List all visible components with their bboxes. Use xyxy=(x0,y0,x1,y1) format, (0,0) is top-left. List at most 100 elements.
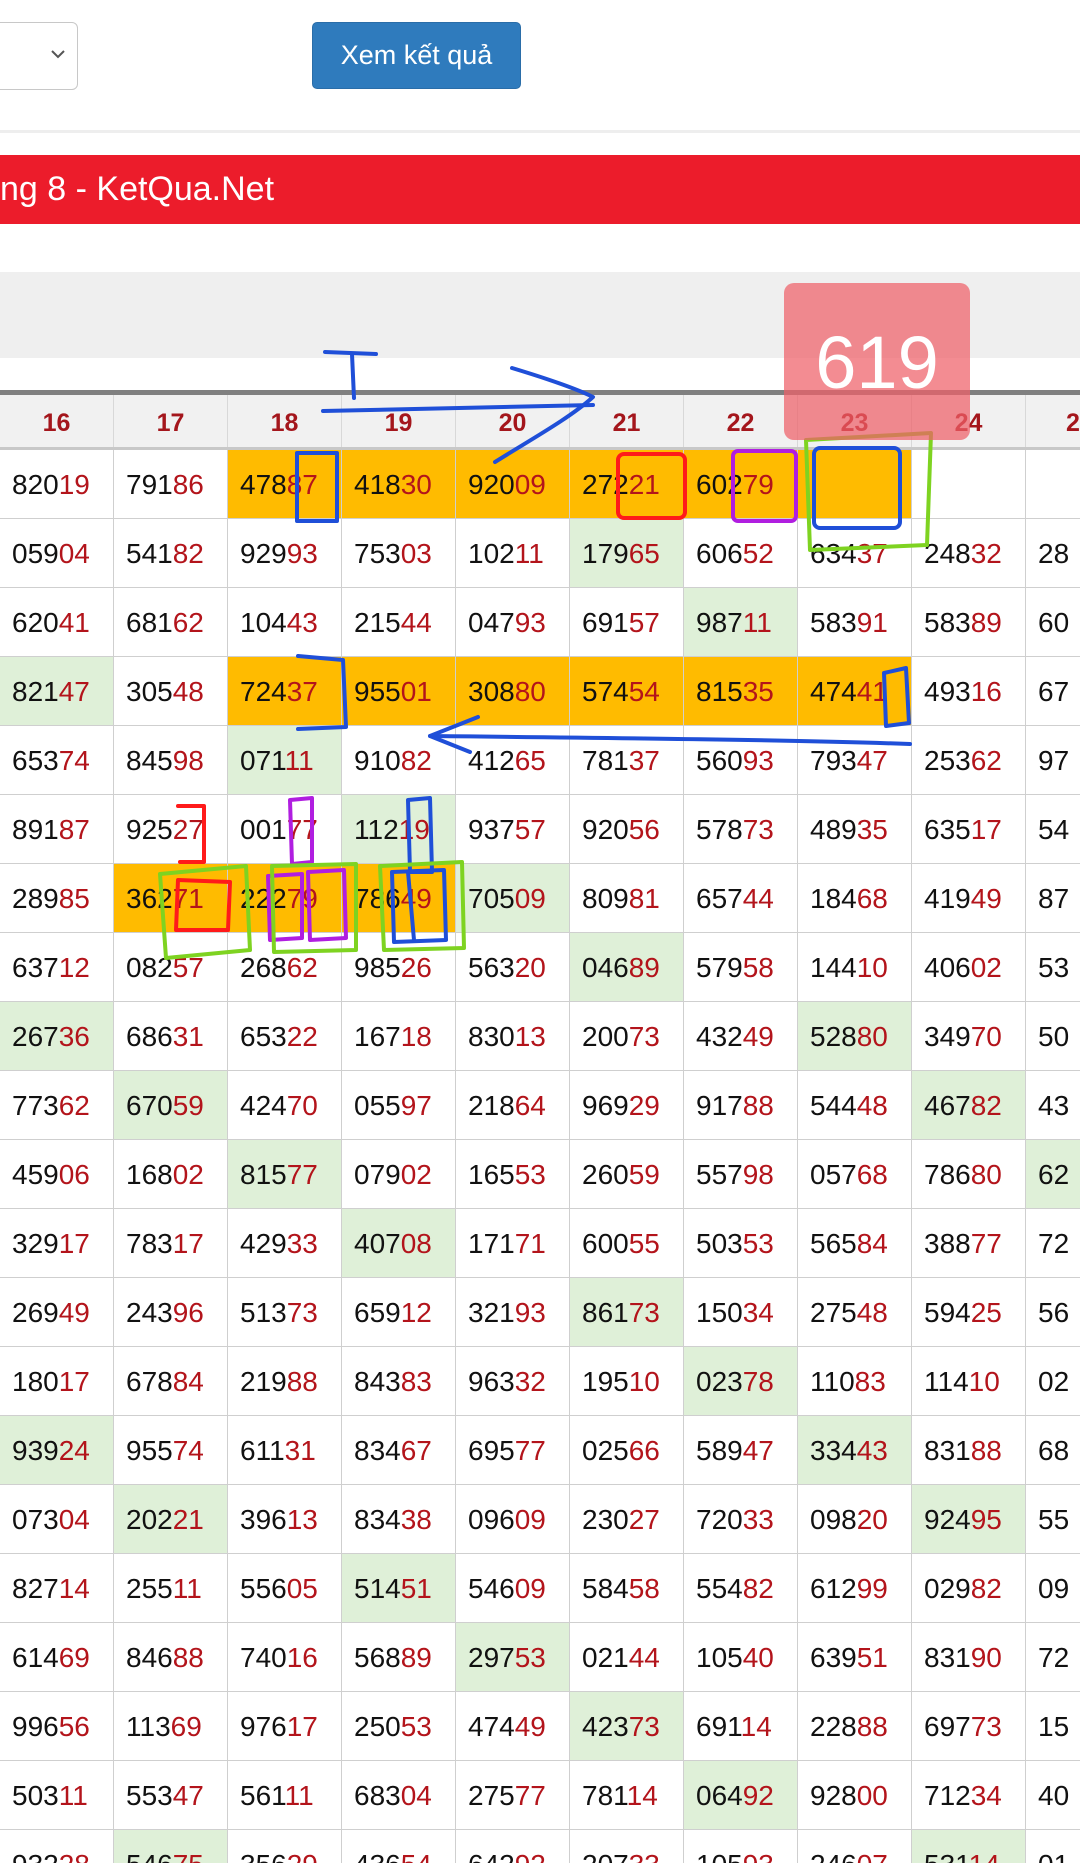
result-cell: 05768 xyxy=(798,1140,912,1208)
cell-tail-digits: 96 xyxy=(172,1297,204,1328)
cell-head-digits: 584 xyxy=(582,1573,629,1604)
cell-head-digits: 082 xyxy=(126,952,173,983)
cell-tail-digits: 83 xyxy=(400,1366,432,1397)
cell-tail-digits: 47 xyxy=(172,1780,204,1811)
cell-head-digits: 297 xyxy=(468,1642,515,1673)
cell-head-digits: 356 xyxy=(240,1849,287,1863)
cell-head-digits: 563 xyxy=(468,952,515,983)
cell-tail-digits: 36 xyxy=(58,1021,90,1052)
cell-head-digits: 846 xyxy=(126,1642,173,1673)
result-cell: 78649 xyxy=(342,864,456,932)
result-cell: 63517 xyxy=(912,795,1026,863)
result-cell: 02378 xyxy=(684,1347,798,1415)
cell-tail-digits: 62 xyxy=(286,952,318,983)
cell-head-digits: 467 xyxy=(924,1090,971,1121)
cell-head-digits: 478 xyxy=(240,469,287,500)
result-cell: 93924 xyxy=(0,1416,114,1484)
cell-head-digits: 424 xyxy=(240,1090,287,1121)
cell-tail-digits: 11 xyxy=(514,538,544,569)
cell-head-digits: 528 xyxy=(810,1021,857,1052)
result-cell: 18468 xyxy=(798,864,912,932)
cell-tail-digits: 17 xyxy=(172,1228,204,1259)
result-cell: 91788 xyxy=(684,1071,798,1139)
cell-tail-digits: 38 xyxy=(400,1504,432,1535)
result-cell: 72 xyxy=(1026,1209,1080,1277)
result-cell: 47441 xyxy=(798,657,912,725)
cell-head-digits: 574 xyxy=(582,676,629,707)
cell-tail-digits: 69 xyxy=(58,1642,90,1673)
result-cell: 68 xyxy=(1026,1416,1080,1484)
cell-tail-digits: 09 xyxy=(514,469,546,500)
cell-head-digits: 635 xyxy=(924,814,971,845)
table-row: 82019 79186 47887 41830 92009 27221 60279 xyxy=(0,450,1080,519)
result-cell: 47887 xyxy=(228,450,342,518)
result-cell: 25511 xyxy=(114,1554,228,1622)
cell-tail-digits: 10 xyxy=(628,1366,660,1397)
cell-tail-digits: 41 xyxy=(856,676,888,707)
result-cell: 47449 xyxy=(456,1692,570,1760)
result-cell: 62 xyxy=(1026,1140,1080,1208)
result-cell: 53114 xyxy=(912,1830,1026,1863)
result-cell: 63951 xyxy=(798,1623,912,1691)
result-cell: 98711 xyxy=(684,588,798,656)
cell-head-digits: 578 xyxy=(696,814,743,845)
cell-tail-digits: 17 xyxy=(58,1228,90,1259)
result-cell: 30548 xyxy=(114,657,228,725)
cell-head-digits: 105 xyxy=(696,1642,743,1673)
cell-head-digits: 579 xyxy=(696,952,743,983)
cell-head-digits: 406 xyxy=(924,952,971,983)
cell-head-digits: 110 xyxy=(810,1366,855,1397)
view-results-button[interactable]: Xem kết quả xyxy=(312,22,521,89)
column-header: 18 xyxy=(228,395,342,447)
result-cell: 70509 xyxy=(456,864,570,932)
result-cell: 26949 xyxy=(0,1278,114,1346)
cell-tail-digits: 77 xyxy=(514,1780,546,1811)
result-cell: 09 xyxy=(1026,1554,1080,1622)
cell-head-digits: 046 xyxy=(582,952,629,983)
result-cell: 02982 xyxy=(912,1554,1026,1622)
result-cell: 55605 xyxy=(228,1554,342,1622)
cell-tail-digits: 35 xyxy=(742,676,774,707)
result-cell: 82019 xyxy=(0,450,114,518)
result-cell: 21864 xyxy=(456,1071,570,1139)
result-cell: 65374 xyxy=(0,726,114,794)
cell-head-digits: 207 xyxy=(582,1849,629,1863)
result-cell: 87 xyxy=(1026,864,1080,932)
cell-head-digits: 639 xyxy=(810,1642,857,1673)
cell-head-digits: 047 xyxy=(468,607,515,638)
cell-tail-digits: 73 xyxy=(970,1711,1002,1742)
cell-head-digits: 600 xyxy=(582,1228,629,1259)
result-cell: 77362 xyxy=(0,1071,114,1139)
cell-head-digits: 098 xyxy=(810,1504,857,1535)
cell-head-digits: 691 xyxy=(582,607,629,638)
cell-head-digits: 932 xyxy=(12,1849,59,1863)
cell-head-digits: 305 xyxy=(126,676,173,707)
result-cell: 51373 xyxy=(228,1278,342,1346)
cell-head-digits: 657 xyxy=(696,883,743,914)
result-cell: 92495 xyxy=(912,1485,1026,1553)
result-cell: 04793 xyxy=(456,588,570,656)
cell-tail-digits: 14 xyxy=(969,1849,1000,1863)
cell-tail-digits: 05 xyxy=(286,1573,318,1604)
result-cell: 92009 xyxy=(456,450,570,518)
result-cell: 45906 xyxy=(0,1140,114,1208)
cell-head-digits: 928 xyxy=(810,1780,857,1811)
cell-head-digits: 113 xyxy=(126,1711,171,1742)
date-select[interactable] xyxy=(0,22,78,90)
result-cell: 56889 xyxy=(342,1623,456,1691)
result-cell: 07111 xyxy=(228,726,342,794)
cell-tail-digits: 21 xyxy=(628,469,660,500)
cell-head-digits: 388 xyxy=(924,1228,971,1259)
cell-tail-digits: 53 xyxy=(514,1642,546,1673)
cell-tail-digits: 48 xyxy=(172,676,204,707)
result-cell: 80981 xyxy=(570,864,684,932)
cell-tail-digits: 93 xyxy=(514,607,546,638)
result-cell: 35629 xyxy=(228,1830,342,1863)
result-cell: 52880 xyxy=(798,1002,912,1070)
result-cell: 10211 xyxy=(456,519,570,587)
cell-tail-digits: 83 xyxy=(854,1366,886,1397)
table-row: 61469 84688 74016 56889 29753 02144 10540 63951… xyxy=(0,1623,1080,1692)
cell-tail-digits: 53 xyxy=(400,1711,432,1742)
result-cell: 05597 xyxy=(342,1071,456,1139)
table-row: 82147 30548 72437 95501 30880 57454 81535 47441… xyxy=(0,657,1080,726)
